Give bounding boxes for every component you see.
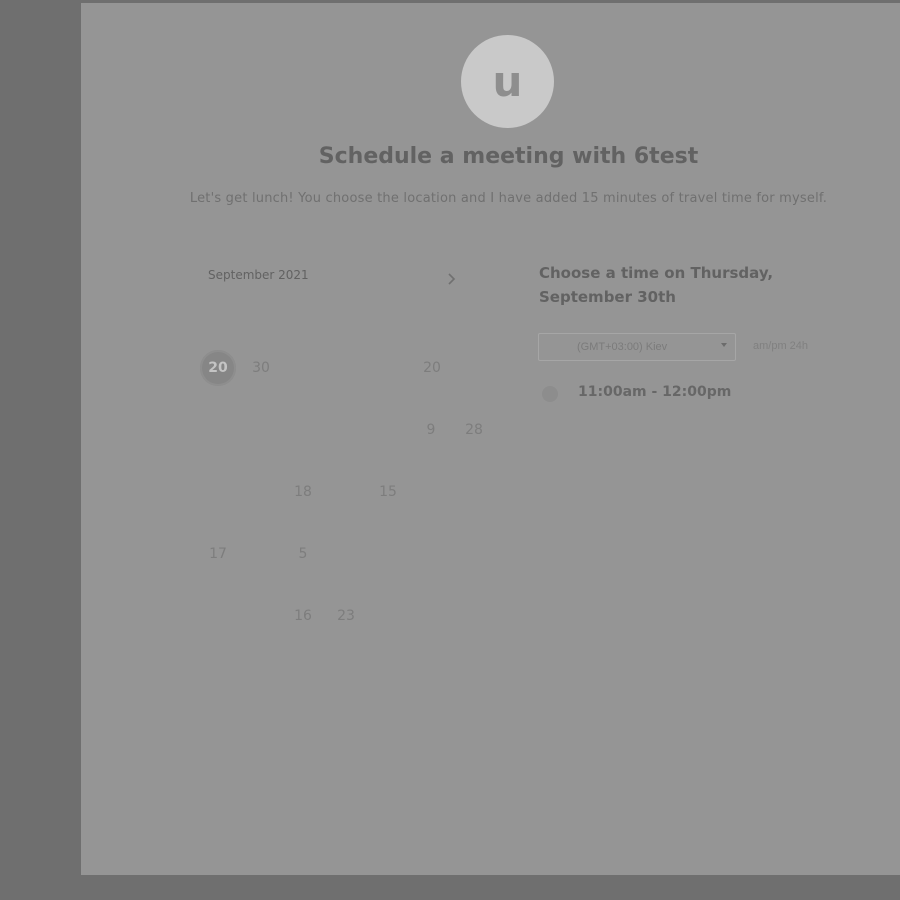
time-heading: Choose a time on Thursday, September 30t… bbox=[539, 264, 774, 306]
avatar: u bbox=[461, 35, 554, 128]
calendar-day[interactable]: 9 bbox=[413, 412, 449, 448]
calendar-day-selected[interactable]: 20 bbox=[200, 350, 236, 386]
calendar-day[interactable]: 28 bbox=[456, 412, 492, 448]
calendar-day[interactable]: 17 bbox=[200, 536, 236, 572]
calendar-month-label: September 2021 bbox=[208, 268, 309, 282]
time-slot-label[interactable]: 11:00am - 12:00pm bbox=[578, 384, 731, 400]
timezone-value: (GMT+03:00) Kiev bbox=[577, 341, 668, 353]
calendar-day[interactable]: 30 bbox=[243, 350, 279, 386]
chevron-down-icon bbox=[721, 343, 727, 347]
chevron-right-icon bbox=[448, 273, 456, 285]
calendar-day[interactable]: 20 bbox=[414, 350, 450, 386]
calendar-day[interactable]: 23 bbox=[328, 598, 364, 634]
timezone-select[interactable]: (GMT+03:00) Kiev bbox=[538, 333, 736, 361]
avatar-letter: u bbox=[492, 57, 523, 106]
time-slot-radio[interactable] bbox=[542, 386, 558, 402]
calendar-day[interactable]: 15 bbox=[370, 474, 406, 510]
page-subtitle: Let's get lunch! You choose the location… bbox=[189, 191, 828, 206]
calendar-day[interactable]: 18 bbox=[285, 474, 321, 510]
page-title: Schedule a meeting with 6test bbox=[318, 144, 699, 169]
time-format-toggle[interactable]: am/pm 24h bbox=[753, 340, 808, 352]
next-month-button[interactable] bbox=[442, 270, 460, 288]
calendar-day[interactable]: 5 bbox=[285, 536, 321, 572]
calendar-day[interactable]: 16 bbox=[285, 598, 321, 634]
